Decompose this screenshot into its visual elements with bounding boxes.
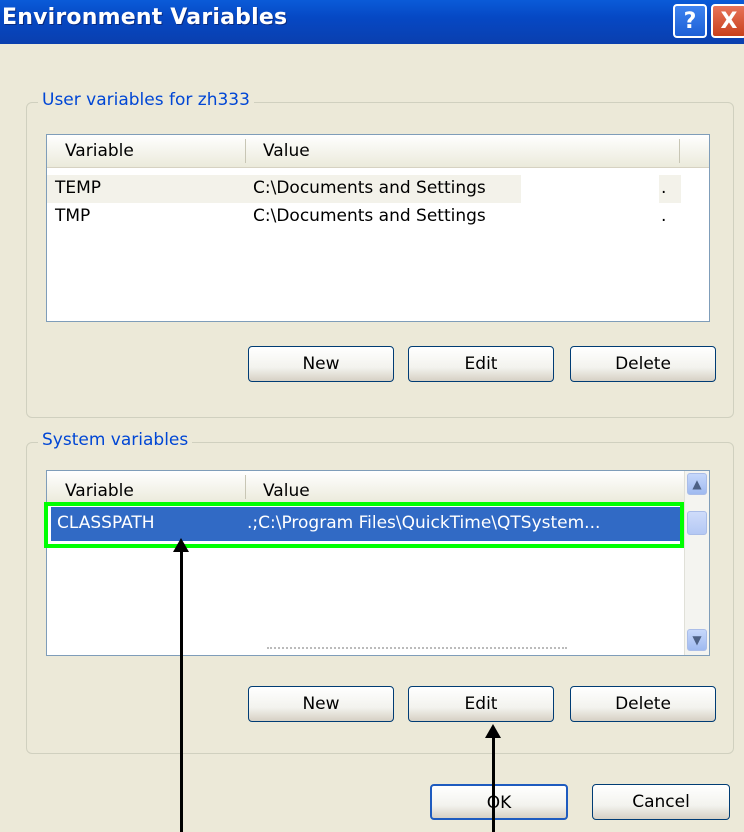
user-delete-button[interactable]: Delete [570,346,716,382]
column-header-variable[interactable]: Variable [65,141,134,161]
system-variables-label: System variables [38,430,193,450]
column-separator[interactable] [245,139,246,163]
highlight-box [44,502,684,548]
faded-row-marks [267,647,567,651]
scroll-down-button[interactable]: ▼ [687,629,707,651]
vertical-scrollbar[interactable]: ▲ ▼ [684,471,709,655]
variable-value: C:\Documents and Settings [253,206,486,226]
user-edit-button[interactable]: Edit [408,346,554,382]
scroll-thumb[interactable] [687,511,707,535]
cancel-button[interactable]: Cancel [592,784,730,820]
variable-value: C:\Documents and Settings [253,178,486,198]
value-suffix: . [661,206,667,226]
window-title: Environment Variables [2,5,288,30]
ok-button[interactable]: OK [430,784,568,820]
user-variables-list[interactable]: Variable Value TEMP C:\Documents and Set… [46,134,710,322]
column-separator[interactable] [245,475,246,499]
user-new-button[interactable]: New [248,346,394,382]
system-delete-button[interactable]: Delete [570,686,716,722]
system-new-button[interactable]: New [248,686,394,722]
system-edit-button[interactable]: Edit [408,686,554,722]
close-button[interactable]: X [711,4,744,38]
variable-name: TMP [55,206,91,226]
list-header: Variable Value [47,471,709,504]
redaction-box [521,175,659,235]
variable-name: TEMP [55,178,102,198]
system-variables-list[interactable]: Variable Value CLASSPATH .;C:\Program Fi… [46,470,710,656]
help-button[interactable]: ? [673,4,707,38]
column-header-variable[interactable]: Variable [65,481,134,501]
column-header-value[interactable]: Value [263,141,310,161]
title-bar[interactable]: Environment Variables ? X [0,0,744,44]
list-header: Variable Value [47,135,709,168]
column-separator[interactable] [679,139,680,163]
column-header-value[interactable]: Value [263,481,310,501]
value-suffix: . [661,178,667,198]
scroll-up-button[interactable]: ▲ [687,473,707,495]
user-variables-label: User variables for zh333 [38,90,254,110]
